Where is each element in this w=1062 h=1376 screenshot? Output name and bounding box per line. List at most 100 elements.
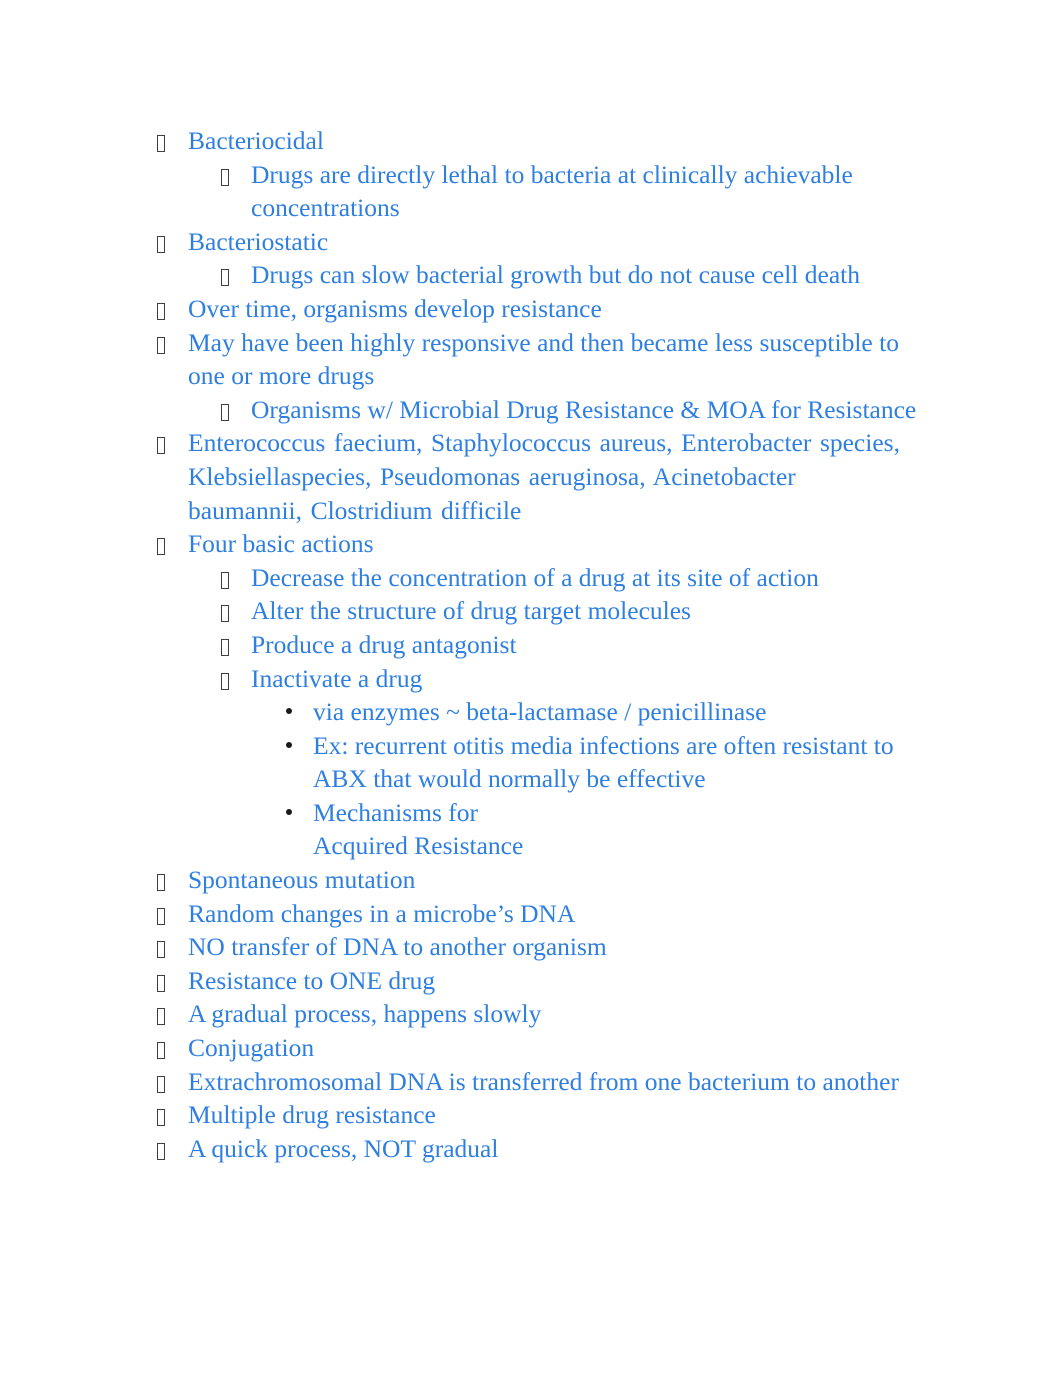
- outline-item-level2: Drugs can slow bacterial growth but do n…: [0, 258, 1062, 292]
- outline-item-label: Drugs are directly lethal to bacteria at…: [251, 159, 860, 223]
- round-dot-icon: [286, 741, 292, 748]
- tofu-box-icon: [221, 638, 229, 656]
- outline-item-label: Spontaneous mutation: [188, 865, 416, 895]
- round-dot-bullet-icon: [283, 694, 313, 728]
- outline-item-level3: Ex: recurrent otitis media infections ar…: [0, 729, 1062, 796]
- outline-item-level1: A quick process, NOT gradual: [0, 1132, 1062, 1166]
- tofu-box-bullet-icon: [157, 1099, 188, 1133]
- tofu-box-bullet-icon: [157, 998, 188, 1032]
- outline-item-level3: Mechanisms for Acquired Resistance: [0, 796, 1062, 863]
- tofu-box-bullet-icon: [221, 394, 251, 428]
- tofu-box-bullet-icon: [157, 528, 188, 562]
- tofu-box-bullet-icon: [157, 327, 188, 361]
- outline-item-level2: Organisms w/ Microbial Drug Resistance &…: [0, 393, 1062, 427]
- tofu-box-bullet-icon: [157, 965, 188, 999]
- outline-item-level1: Enterococcus faecium, Staphylococcus aur…: [0, 426, 1062, 527]
- outline-item-label: Organisms w/ Microbial Drug Resistance &…: [251, 394, 917, 424]
- outline-item-label: Inactivate a drug: [251, 663, 423, 693]
- tofu-box-icon: [157, 1109, 165, 1127]
- tofu-box-icon: [157, 1042, 165, 1060]
- outline-item-label: Mechanisms for Acquired Resistance: [313, 797, 524, 861]
- tofu-box-icon: [157, 874, 165, 892]
- outline-item-level1: Four basic actions: [0, 527, 1062, 561]
- tofu-box-icon: [157, 538, 165, 556]
- outline-item-label: Resistance to ONE drug: [188, 965, 436, 995]
- outline-item-level1: Resistance to ONE drug: [0, 964, 1062, 998]
- tofu-box-icon: [221, 269, 229, 287]
- outline-item-label: Conjugation: [188, 1033, 315, 1063]
- round-dot-icon: [286, 708, 292, 715]
- outline-item-level1: May have been highly responsive and then…: [0, 326, 1062, 393]
- tofu-box-icon: [221, 605, 229, 623]
- outline-item-label: Ex: recurrent otitis media infections ar…: [313, 730, 899, 794]
- outline-item-level2: Inactivate a drug: [0, 662, 1062, 696]
- outline-item-label: Bacteriocidal: [188, 126, 324, 155]
- tofu-box-bullet-icon: [157, 1066, 188, 1100]
- outline-item-level3: via enzymes ~ beta-lactamase / penicilli…: [0, 695, 1062, 729]
- tofu-box-icon: [157, 302, 165, 320]
- tofu-box-icon: [157, 135, 165, 152]
- outline-item-label: Alter the structure of drug target molec…: [251, 596, 691, 626]
- outline-item-label: Over time, organisms develop resistance: [188, 293, 602, 323]
- tofu-box-icon: [221, 403, 229, 421]
- tofu-box-bullet-icon: [157, 293, 188, 327]
- outline-item-level1: Conjugation: [0, 1031, 1062, 1065]
- tofu-box-icon: [157, 336, 165, 354]
- outline-item-level1: Random changes in a microbe’s DNA: [0, 897, 1062, 931]
- tofu-box-bullet-icon: [157, 125, 188, 159]
- outline-item-label: Drugs can slow bacterial growth but do n…: [251, 260, 860, 290]
- tofu-box-icon: [157, 235, 165, 253]
- tofu-box-bullet-icon: [157, 898, 188, 932]
- round-dot-bullet-icon: [283, 795, 313, 829]
- tofu-box-icon: [157, 1075, 165, 1093]
- outline-item-level1: A gradual process, happens slowly: [0, 997, 1062, 1031]
- outline-item-label: Four basic actions: [188, 529, 374, 559]
- tofu-box-icon: [157, 974, 165, 992]
- tofu-box-bullet-icon: [221, 562, 251, 596]
- outline-item-level1: Over time, organisms develop resistance: [0, 292, 1062, 326]
- tofu-box-icon: [157, 941, 165, 959]
- tofu-box-bullet-icon: [221, 595, 251, 629]
- tofu-box-bullet-icon: [157, 1032, 188, 1066]
- tofu-box-icon: [221, 672, 229, 690]
- outline-item-label: A gradual process, happens slowly: [188, 999, 542, 1029]
- tofu-box-icon: [221, 571, 229, 589]
- outline-item-label: Enterococcus faecium, Staphylococcus aur…: [188, 428, 909, 525]
- outline-item-label: Multiple drug resistance: [188, 1100, 436, 1130]
- outline-item-level2: Alter the structure of drug target molec…: [0, 594, 1062, 628]
- tofu-box-bullet-icon: [157, 427, 188, 461]
- tofu-box-bullet-icon: [221, 663, 251, 697]
- outline-item-label: NO transfer of DNA to another organism: [188, 932, 607, 962]
- tofu-box-bullet-icon: [221, 629, 251, 663]
- outline-item-level1: NO transfer of DNA to another organism: [0, 930, 1062, 964]
- outline-list: Bacteriocidal Drugs are directly lethal t…: [0, 124, 1062, 1165]
- outline-item-label: Produce a drug antagonist: [251, 629, 517, 659]
- outline-item-label: Bacteriostatic: [188, 226, 329, 256]
- outline-item-label: Decrease the concentration of a drug at …: [251, 562, 819, 592]
- document-page: Bacteriocidal Drugs are directly lethal t…: [0, 0, 1062, 1376]
- outline-item-level1: Multiple drug resistance: [0, 1098, 1062, 1132]
- outline-item-level2: Decrease the concentration of a drug at …: [0, 561, 1062, 595]
- outline-item-label: May have been highly responsive and then…: [188, 327, 906, 391]
- tofu-box-bullet-icon: [221, 259, 251, 293]
- outline-item-level1: Spontaneous mutation: [0, 863, 1062, 897]
- round-dot-icon: [286, 808, 292, 815]
- tofu-box-icon: [157, 1008, 165, 1026]
- tofu-box-icon: [157, 437, 165, 455]
- tofu-box-icon: [157, 907, 165, 925]
- round-dot-bullet-icon: [283, 728, 313, 762]
- tofu-box-bullet-icon: [157, 864, 188, 898]
- outline-item-level1: Extrachromosomal DNA is transferred from…: [0, 1065, 1062, 1099]
- outline-item-label: Extrachromosomal DNA is transferred from…: [188, 1066, 899, 1096]
- outline-item-level1: Bacteriocidal: [0, 124, 1062, 158]
- outline-item-level2: Produce a drug antagonist: [0, 628, 1062, 662]
- tofu-box-bullet-icon: [157, 226, 188, 260]
- outline-item-label: A quick process, NOT gradual: [188, 1133, 499, 1163]
- tofu-box-bullet-icon: [157, 931, 188, 965]
- tofu-box-bullet-icon: [157, 1133, 188, 1167]
- tofu-box-icon: [157, 1142, 165, 1160]
- outline-item-label: Random changes in a microbe’s DNA: [188, 898, 576, 928]
- tofu-box-icon: [221, 168, 229, 186]
- outline-item-level1: Bacteriostatic: [0, 225, 1062, 259]
- outline-item-level2: Drugs are directly lethal to bacteria at…: [0, 158, 1062, 225]
